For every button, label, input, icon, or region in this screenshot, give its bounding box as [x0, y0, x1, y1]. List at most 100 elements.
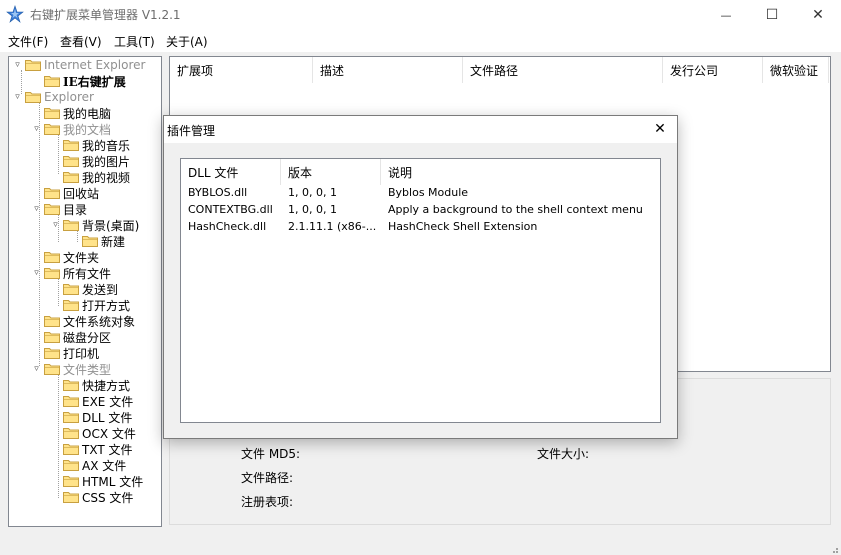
plugin-list[interactable]: DLL 文件 版本 说明 BYBLOS.dll 1, 0, 0, 1 Byblo… — [180, 158, 661, 423]
folder-icon — [44, 315, 60, 327]
tree-node-explorer[interactable]: ▿ Explorer — [13, 89, 94, 105]
column-header-publisher[interactable]: 发行公司 — [663, 57, 763, 83]
version-cell: 1, 0, 0, 1 — [288, 203, 337, 216]
folder-icon — [44, 267, 60, 279]
dialog-title: 插件管理 — [167, 124, 216, 138]
tree-node-recycle-bin[interactable]: 回收站 — [44, 185, 99, 201]
menu-bar: 文件(F) 查看(V) 工具(T) 关于(A) — [0, 30, 841, 52]
description-cell: Apply a background to the shell context … — [388, 203, 643, 216]
folder-icon — [63, 491, 79, 503]
tree-node-all-files[interactable]: ▿ 所有文件 — [32, 265, 111, 281]
menu-view[interactable]: 查看(V) — [60, 33, 102, 50]
column-header-dll-file[interactable]: DLL 文件 — [181, 159, 281, 185]
column-header-note[interactable]: 说明 — [381, 159, 660, 185]
version-cell: 2.1.11.1 (x86-... — [288, 220, 377, 233]
dialog-title-bar: 插件管理 ✕ — [164, 116, 677, 143]
tree-node-internet-explorer[interactable]: ▿ Internet Explorer — [13, 57, 145, 73]
folder-icon — [63, 283, 79, 295]
tree-node-ocx[interactable]: OCX 文件 — [63, 425, 136, 441]
folder-icon — [63, 475, 79, 487]
folder-icon — [63, 395, 79, 407]
tree-node-css[interactable]: CSS 文件 — [63, 489, 133, 505]
tree-node-drive[interactable]: 磁盘分区 — [44, 329, 111, 345]
tree-node-folder[interactable]: 文件夹 — [44, 249, 99, 265]
dll-file-cell: CONTEXTBG.dll — [188, 203, 273, 216]
column-header-version[interactable]: 版本 — [281, 159, 381, 185]
column-header-file-path[interactable]: 文件路径 — [463, 57, 663, 83]
folder-icon — [63, 299, 79, 311]
tree-node-txt[interactable]: TXT 文件 — [63, 441, 133, 457]
folder-icon — [44, 331, 60, 343]
tree-node-html[interactable]: HTML 文件 — [63, 473, 143, 489]
tree-node-send-to[interactable]: 发送到 — [63, 281, 118, 297]
folder-icon — [63, 427, 79, 439]
tree-node-my-videos[interactable]: 我的视频 — [63, 169, 130, 185]
tree-node-exe[interactable]: EXE 文件 — [63, 393, 133, 409]
folder-icon — [63, 155, 79, 167]
tree-node-new[interactable]: 新建 — [82, 233, 125, 249]
folder-icon — [63, 459, 79, 471]
folder-icon — [63, 379, 79, 391]
folder-icon — [63, 171, 79, 183]
folder-icon — [82, 235, 98, 247]
folder-icon — [44, 123, 60, 135]
version-cell: 1, 0, 0, 1 — [288, 186, 337, 199]
collapse-icon[interactable]: ▿ — [51, 220, 60, 230]
folder-icon — [25, 91, 41, 103]
tree-node-shortcut[interactable]: 快捷方式 — [63, 377, 130, 393]
tree-node-my-pictures[interactable]: 我的图片 — [63, 153, 130, 169]
folder-icon — [44, 187, 60, 199]
folder-icon — [44, 75, 60, 87]
column-header-extension[interactable]: 扩展项 — [170, 57, 313, 83]
collapse-icon[interactable]: ▿ — [32, 204, 41, 214]
maximize-button[interactable]: ☐ — [749, 0, 795, 30]
file-size-label: 文件大小: — [537, 447, 590, 461]
window-title: 右键扩展菜单管理器 V1.2.1 — [30, 8, 181, 22]
tree-node-background[interactable]: ▿ 背景(桌面) — [51, 217, 139, 233]
description-cell: Byblos Module — [388, 186, 469, 199]
tree-node-fs-objects[interactable]: 文件系统对象 — [44, 313, 135, 329]
resize-grip-icon[interactable] — [829, 544, 839, 554]
tree-node-file-types[interactable]: ▿ 文件类型 — [32, 361, 111, 377]
collapse-icon[interactable]: ▿ — [32, 124, 41, 134]
folder-icon — [44, 203, 60, 215]
plugin-manager-dialog[interactable]: 插件管理 ✕ DLL 文件 版本 说明 BYBLOS.dll 1, 0, 0, … — [163, 115, 678, 439]
tree-node-printer[interactable]: 打印机 — [44, 345, 99, 361]
tree-node-dll[interactable]: DLL 文件 — [63, 409, 132, 425]
tree-node-ax[interactable]: AX 文件 — [63, 457, 126, 473]
folder-icon — [44, 107, 60, 119]
folder-icon — [63, 411, 79, 423]
dll-file-cell: BYBLOS.dll — [188, 186, 248, 199]
menu-about[interactable]: 关于(A) — [166, 33, 208, 50]
tree-node-my-music[interactable]: 我的音乐 — [63, 137, 130, 153]
folder-icon — [63, 139, 79, 151]
close-icon: ✕ — [654, 121, 666, 137]
category-tree[interactable]: ▿ Internet Explorer IE右键扩展 ▿ Explorer 我的… — [8, 56, 162, 527]
menu-file[interactable]: 文件(F) — [8, 33, 48, 50]
column-header-description[interactable]: 描述 — [313, 57, 463, 83]
folder-icon — [25, 59, 41, 71]
minimize-icon: — — [720, 8, 732, 22]
collapse-icon[interactable]: ▿ — [13, 92, 22, 102]
maximize-icon: ☐ — [765, 7, 779, 23]
tree-node-open-with[interactable]: 打开方式 — [63, 297, 130, 313]
folder-icon — [44, 251, 60, 263]
tree-node-my-docs[interactable]: ▿ 我的文档 — [32, 121, 111, 137]
description-cell: HashCheck Shell Extension — [388, 220, 538, 233]
dialog-close-button[interactable]: ✕ — [651, 120, 669, 138]
close-button[interactable]: ✕ — [795, 0, 841, 30]
dll-file-cell: HashCheck.dll — [188, 220, 267, 233]
column-header-ms-verified[interactable]: 微软验证 — [763, 57, 829, 83]
menu-tools[interactable]: 工具(T) — [114, 33, 155, 50]
collapse-icon[interactable]: ▿ — [32, 364, 41, 374]
file-path-label: 文件路径: — [241, 471, 294, 485]
tree-node-directory[interactable]: ▿ 目录 — [32, 201, 87, 217]
collapse-icon[interactable]: ▿ — [13, 60, 22, 70]
registry-label: 注册表项: — [241, 495, 294, 509]
tree-node-my-computer[interactable]: 我的电脑 — [44, 105, 111, 121]
tree-node-ie-ext[interactable]: IE右键扩展 — [32, 73, 126, 89]
collapse-icon[interactable]: ▿ — [32, 268, 41, 278]
folder-icon — [44, 363, 60, 375]
minimize-button[interactable]: — — [703, 0, 749, 30]
md5-label: 文件 MD5: — [241, 447, 301, 461]
